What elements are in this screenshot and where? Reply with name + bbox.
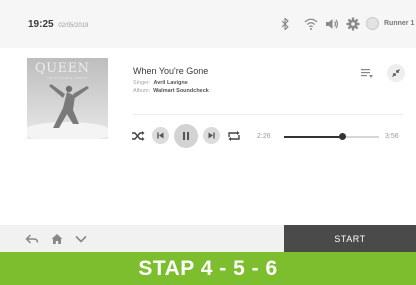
next-icon xyxy=(208,132,215,139)
volume-icon[interactable] xyxy=(324,16,340,32)
user-icon xyxy=(366,16,379,30)
progress-fill xyxy=(284,136,343,138)
progress-slider[interactable] xyxy=(284,133,379,140)
album-art: QUEEN Live at Wembley Stadium xyxy=(27,58,108,139)
user-profile[interactable]: Runner 1 xyxy=(366,16,414,30)
collapse-arrows-icon xyxy=(392,69,400,77)
clock-time: 19:25 xyxy=(28,19,54,30)
media-player-screen: 19:25 02/05/2019 Runner 1 QUEEN Live at … xyxy=(0,0,416,285)
user-name: Runner 1 xyxy=(384,19,415,27)
elapsed-time: 2:26 xyxy=(257,133,271,140)
home-icon[interactable] xyxy=(50,232,64,246)
play-pause-button[interactable] xyxy=(174,124,198,148)
total-time: 3:56 xyxy=(385,133,399,140)
track-title: When You're Gone xyxy=(133,66,209,76)
settings-gear-icon[interactable] xyxy=(345,16,361,32)
progress-thumb[interactable] xyxy=(339,133,347,140)
album-art-subtitle: Live at Wembley Stadium xyxy=(47,76,87,80)
bluetooth-icon[interactable] xyxy=(277,16,293,32)
chevron-down-icon[interactable] xyxy=(74,232,88,246)
caption-text: STAP 4 - 5 - 6 xyxy=(138,256,278,280)
previous-icon xyxy=(157,132,164,139)
next-track-button[interactable] xyxy=(203,127,220,144)
album-row: Album: Walmart Soundcheck xyxy=(133,88,209,94)
start-button[interactable]: START xyxy=(284,225,416,252)
back-icon[interactable] xyxy=(25,232,39,246)
playlist-queue-icon[interactable] xyxy=(360,66,374,80)
clock: 19:25 02/05/2019 xyxy=(28,19,88,30)
divider xyxy=(133,114,403,115)
clock-date: 02/05/2019 xyxy=(58,23,89,29)
shuffle-icon[interactable] xyxy=(131,130,145,142)
singer-row: Singer: Avril Lavigne xyxy=(133,80,188,86)
repeat-icon[interactable] xyxy=(227,130,241,142)
previous-track-button[interactable] xyxy=(152,127,169,144)
wifi-icon[interactable] xyxy=(303,16,319,32)
album-art-title: QUEEN xyxy=(35,61,90,76)
singer-value: Avril Lavigne xyxy=(153,80,188,86)
status-bar: 19:25 02/05/2019 Runner 1 xyxy=(0,0,416,48)
album-label: Album: xyxy=(133,88,151,94)
album-value: Walmart Soundcheck xyxy=(153,88,209,94)
singer-label: Singer: xyxy=(133,80,151,86)
collapse-player-button[interactable] xyxy=(387,64,405,82)
pause-icon xyxy=(183,132,189,140)
caption-banner: STAP 4 - 5 - 6 xyxy=(0,252,416,285)
